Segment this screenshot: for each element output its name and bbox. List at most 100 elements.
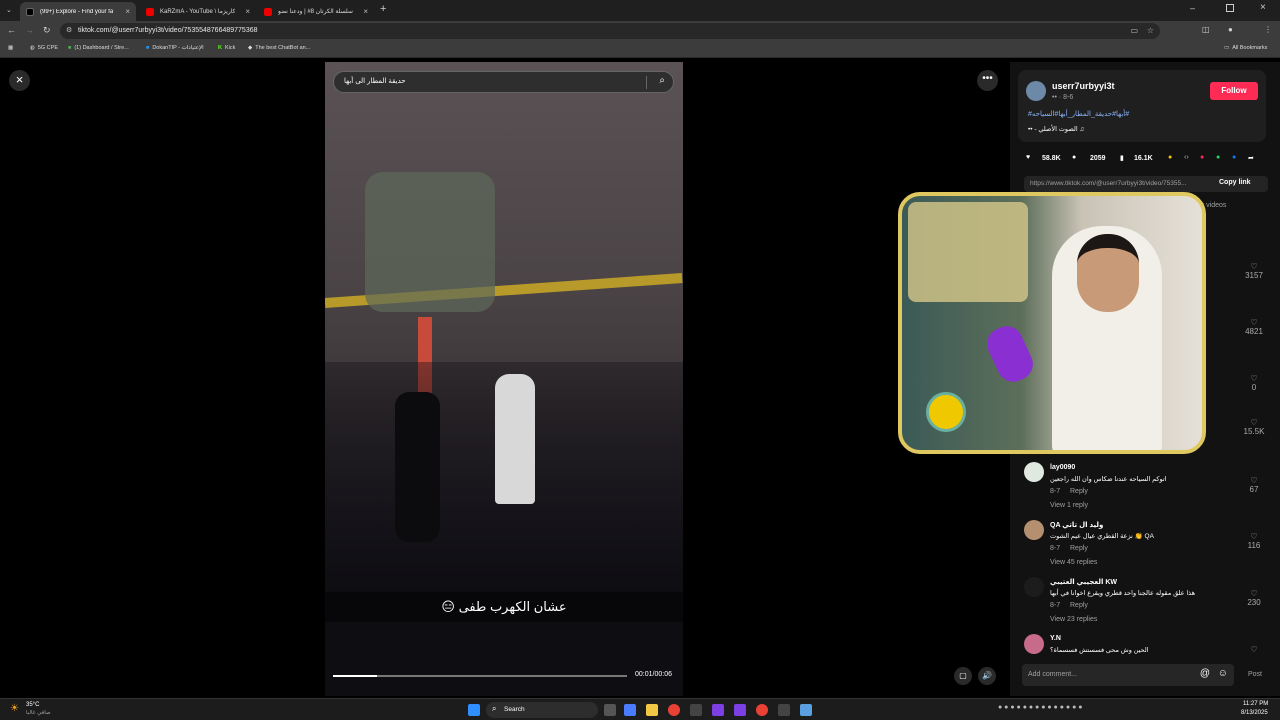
minimize-icon[interactable]: – bbox=[1190, 3, 1195, 13]
video-player[interactable]: عشان الكهرب طفى 😑 00:01/00:06 bbox=[325, 62, 683, 696]
comment-user[interactable]: QA وليد ال تاتي bbox=[1050, 521, 1103, 529]
facebook-icon[interactable]: ● bbox=[1232, 154, 1236, 161]
view-replies[interactable]: View 23 replies bbox=[1050, 616, 1097, 623]
close-tab-icon[interactable]: × bbox=[125, 7, 130, 16]
comment-user[interactable]: lay0090 bbox=[1050, 464, 1075, 471]
comment-like[interactable]: ♡ 67 bbox=[1242, 476, 1266, 494]
back-icon[interactable]: ← bbox=[7, 25, 16, 35]
close-tab-icon[interactable]: × bbox=[245, 7, 250, 16]
emoji-icon[interactable]: ☺ bbox=[1218, 668, 1228, 679]
tab-series[interactable]: سلسلة الكرتان 8# | ودعنا نضو × bbox=[258, 2, 374, 21]
extensions-icon[interactable]: ◫ bbox=[1202, 25, 1210, 34]
tab-tiktok[interactable]: (99+) Explore - Find your fa × bbox=[20, 2, 136, 21]
weather-icon[interactable]: ☀ bbox=[10, 703, 19, 714]
post-button[interactable]: Post bbox=[1248, 671, 1262, 678]
task-view-icon[interactable] bbox=[604, 704, 616, 716]
tab-youtube[interactable]: KaRZmA - YouTube \ كاريزما × bbox=[140, 2, 256, 21]
close-window-icon[interactable]: × bbox=[1260, 2, 1266, 13]
reply-button[interactable]: Reply bbox=[1070, 602, 1088, 609]
clock-time[interactable]: 11:27 PM bbox=[1243, 701, 1268, 707]
tray-icons[interactable]: ● ● ● ● ● ● ● ● ● ● ● ● ● ● bbox=[998, 704, 1082, 711]
app-icon[interactable] bbox=[756, 704, 768, 716]
follow-button[interactable]: Follow bbox=[1210, 82, 1258, 100]
heart-icon[interactable]: ♥ bbox=[1026, 154, 1030, 161]
comment-user[interactable]: العجيبي العتيبي KW bbox=[1050, 578, 1117, 586]
avatar[interactable] bbox=[1026, 81, 1046, 101]
url-field[interactable]: ⚙ tiktok.com/@userr7urbyyi3t/video/75355… bbox=[60, 23, 1160, 39]
tab-menu-icon[interactable]: ⌄ bbox=[6, 6, 12, 14]
app-icon[interactable] bbox=[712, 704, 724, 716]
bookmark-item[interactable]: K Kick bbox=[218, 45, 235, 51]
notepad-icon[interactable] bbox=[800, 704, 812, 716]
comment-icon[interactable]: ● bbox=[1072, 154, 1076, 161]
apps-icon[interactable]: ▦ bbox=[8, 45, 13, 51]
new-tab-icon[interactable]: + bbox=[380, 3, 386, 15]
author-username[interactable]: userr7urbyyi3t bbox=[1052, 81, 1115, 91]
side-like[interactable]: ♡ 15.5K bbox=[1242, 418, 1266, 436]
install-icon[interactable]: ▭ bbox=[1130, 23, 1138, 39]
sound-label[interactable]: •• - الصوت الأصلي ♫ bbox=[1028, 125, 1084, 133]
more-options-button[interactable]: ••• bbox=[977, 70, 998, 91]
search-input[interactable]: حديقة المطار الى أبها bbox=[344, 77, 406, 85]
volume-button[interactable]: 🔊 bbox=[978, 667, 996, 685]
embed-icon[interactable]: ‹› bbox=[1184, 154, 1189, 161]
app-icon[interactable] bbox=[778, 704, 790, 716]
app-icon[interactable] bbox=[734, 704, 746, 716]
bookmark-label: (1) Dashboard / Stre... bbox=[74, 45, 129, 51]
bookmark-item[interactable]: ■ DokanTIP - الإعتيادات bbox=[146, 45, 204, 51]
search-icon[interactable]: ⌕ bbox=[659, 75, 665, 86]
bookmark-item[interactable]: ■ (1) Dashboard / Stre... bbox=[68, 45, 129, 51]
reload-icon[interactable]: ↻ bbox=[43, 25, 51, 36]
send-icon[interactable]: ● bbox=[1200, 154, 1204, 161]
avatar[interactable] bbox=[1024, 462, 1044, 482]
close-tab-icon[interactable]: × bbox=[363, 7, 368, 16]
side-like[interactable]: ♡ 3157 bbox=[1242, 262, 1266, 280]
all-bookmarks[interactable]: ▭ All Bookmarks bbox=[1224, 45, 1267, 51]
profile-icon[interactable]: ● bbox=[1228, 25, 1233, 34]
bookmark-item[interactable]: ◆ The best ChatBot an... bbox=[248, 45, 310, 51]
chrome-icon[interactable] bbox=[668, 704, 680, 716]
mini-player-button[interactable]: ▢ bbox=[954, 667, 972, 685]
search-box[interactable]: حديقة المطار الى أبها ⌕ bbox=[333, 71, 674, 93]
reply-button[interactable]: Reply bbox=[1070, 488, 1088, 495]
webcam-poster bbox=[908, 202, 1028, 302]
bookmark-star-icon[interactable]: ☆ bbox=[1147, 23, 1154, 39]
maximize-icon[interactable] bbox=[1226, 4, 1234, 12]
side-like[interactable]: ♡ 4821 bbox=[1242, 318, 1266, 336]
menu-icon[interactable]: ⋮ bbox=[1264, 25, 1272, 34]
mention-icon[interactable]: @ bbox=[1200, 668, 1210, 679]
bookmark-icon[interactable]: ▮ bbox=[1120, 154, 1124, 162]
view-replies[interactable]: View 1 reply bbox=[1050, 502, 1088, 509]
comment-user[interactable]: Y.N bbox=[1050, 635, 1061, 642]
comment-like[interactable]: ♡ 116 bbox=[1242, 532, 1266, 550]
close-video-button[interactable]: × bbox=[9, 70, 30, 91]
folder-icon: ▭ bbox=[1224, 45, 1230, 51]
side-like[interactable]: ♡ 0 bbox=[1242, 374, 1266, 392]
video-link[interactable]: https://www.tiktok.com/@userr7urbyyi3t/v… bbox=[1030, 180, 1206, 187]
comment-like[interactable]: ♡ bbox=[1242, 645, 1266, 654]
copilot-icon[interactable] bbox=[624, 704, 636, 716]
site-info-icon[interactable]: ⚙ bbox=[66, 23, 72, 39]
avatar[interactable] bbox=[1024, 520, 1044, 540]
file-explorer-icon[interactable] bbox=[646, 704, 658, 716]
avatar[interactable] bbox=[1024, 577, 1044, 597]
add-comment-field[interactable]: Add comment... @ ☺ bbox=[1022, 664, 1234, 686]
app-icon[interactable] bbox=[690, 704, 702, 716]
forward-icon[interactable]: → bbox=[25, 25, 34, 35]
whatsapp-icon[interactable]: ● bbox=[1216, 154, 1220, 161]
hashtags[interactable]: #أبها#حديقة_المطار_أبها#السياحه# bbox=[1028, 110, 1129, 118]
progress-track[interactable] bbox=[333, 675, 627, 677]
reply-button[interactable]: Reply bbox=[1070, 545, 1088, 552]
comment-like[interactable]: ♡ 230 bbox=[1242, 589, 1266, 607]
taskbar-search[interactable]: ⌕ Search bbox=[486, 702, 598, 718]
share-icon[interactable]: ➦ bbox=[1248, 154, 1254, 162]
comment-date: 8-7 bbox=[1050, 488, 1061, 495]
copy-link-button[interactable]: Copy link bbox=[1219, 179, 1251, 186]
bookmark-item[interactable]: ◍ 5G CPE bbox=[30, 45, 58, 51]
view-replies[interactable]: View 45 replies bbox=[1050, 559, 1097, 566]
clock-date[interactable]: 8/13/2025 bbox=[1241, 710, 1268, 716]
coin-icon[interactable]: ● bbox=[1168, 154, 1172, 161]
tab-label: KaRZmA - YouTube \ كاريزما bbox=[160, 9, 236, 15]
avatar[interactable] bbox=[1024, 634, 1044, 654]
windows-start-icon[interactable] bbox=[468, 704, 480, 716]
